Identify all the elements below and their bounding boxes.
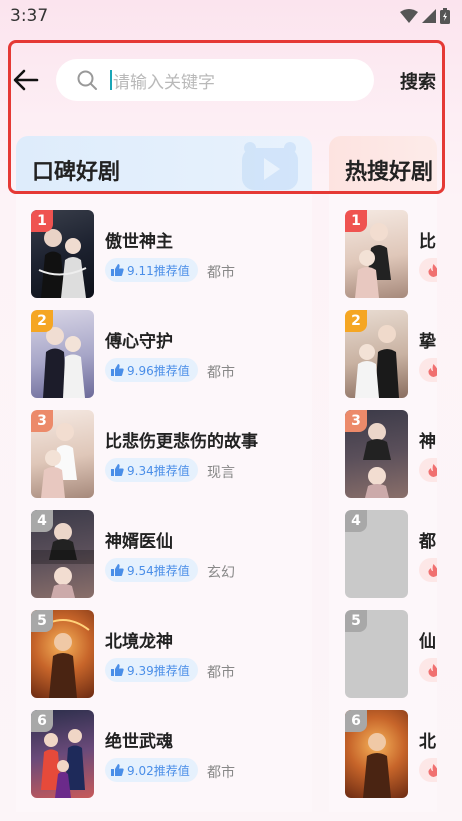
flame-icon: [427, 563, 437, 577]
rank-badge: 2: [345, 310, 367, 332]
drama-title: 北: [419, 732, 436, 752]
rank-badge: 4: [31, 510, 53, 532]
drama-title: 傲世神主: [105, 232, 173, 252]
drama-title: 北境龙神: [105, 632, 173, 652]
hot-search-list: 1 比 2 挚 3 神 4 都 5 仙 6 北: [329, 192, 437, 812]
rank-badge: 6: [345, 710, 367, 732]
drama-cover: 2: [345, 310, 408, 398]
thumbs-up-icon: [111, 464, 124, 476]
hot-badge: [419, 258, 437, 282]
thumbs-up-icon: [111, 764, 124, 776]
drama-title: 神婿医仙: [105, 532, 173, 552]
rank-badge: 6: [31, 710, 53, 732]
back-arrow-icon: [13, 69, 39, 91]
drama-cover: 1: [31, 210, 94, 298]
drama-cover: 3: [31, 410, 94, 498]
hot-badge: [419, 558, 437, 582]
status-time: 3:37: [10, 6, 49, 26]
rank-badge: 1: [345, 210, 367, 232]
tab-reputation[interactable]: 口碑好剧: [16, 136, 312, 192]
status-bar: 3:37: [0, 0, 462, 32]
drama-cover-placeholder: 5: [345, 610, 408, 698]
search-icon: [77, 70, 97, 90]
drama-title: 挚: [419, 332, 436, 352]
rank-badge: 4: [345, 510, 367, 532]
drama-title: 神: [419, 432, 436, 452]
drama-cover: 6: [31, 710, 94, 798]
rank-badge: 3: [345, 410, 367, 432]
drama-title: 都: [419, 532, 436, 552]
video-play-icon: [242, 142, 298, 190]
score-text: 9.96推荐值: [127, 363, 190, 378]
drama-cover: 3: [345, 410, 408, 498]
status-icons: [400, 8, 450, 24]
thumbs-up-icon: [111, 364, 124, 376]
score-text: 9.54推荐值: [127, 563, 190, 578]
score-text: 9.34推荐值: [127, 463, 190, 478]
rank-badge: 1: [31, 210, 53, 232]
search-input[interactable]: 请输入关键字: [56, 59, 374, 101]
genre-label: 都市: [207, 265, 235, 281]
wifi-icon: [400, 9, 418, 23]
genre-label: 都市: [207, 765, 235, 781]
drama-cover: 6: [345, 710, 408, 798]
thumbs-up-icon: [111, 264, 124, 276]
text-caret: [110, 70, 112, 90]
flame-icon: [427, 763, 437, 777]
flame-icon: [427, 463, 437, 477]
rank-badge: 5: [31, 610, 53, 632]
drama-title: 仙: [419, 632, 436, 652]
drama-cover: 4: [31, 510, 94, 598]
battery-icon: [440, 8, 450, 24]
hot-badge: [419, 658, 437, 682]
hot-badge: [419, 458, 437, 482]
score-badge: 9.34推荐值: [105, 458, 198, 482]
drama-cover-placeholder: 4: [345, 510, 408, 598]
hot-badge: [419, 758, 437, 782]
hot-badge: [419, 358, 437, 382]
drama-cover: 5: [31, 610, 94, 698]
rank-badge: 2: [31, 310, 53, 332]
score-text: 9.02推荐值: [127, 763, 190, 778]
genre-label: 都市: [207, 665, 235, 681]
score-badge: 9.11推荐值: [105, 258, 198, 282]
thumbs-up-icon: [111, 564, 124, 576]
genre-label: 都市: [207, 365, 235, 381]
rank-badge: 3: [31, 410, 53, 432]
flame-icon: [427, 663, 437, 677]
score-badge: 9.02推荐值: [105, 758, 198, 782]
thumbs-up-icon: [111, 664, 124, 676]
score-text: 9.11推荐值: [127, 263, 190, 278]
score-text: 9.39推荐值: [127, 663, 190, 678]
drama-title: 比: [419, 232, 436, 252]
tab-hot-search[interactable]: 热搜好剧: [329, 136, 437, 192]
search-button[interactable]: 搜索: [400, 68, 436, 94]
search-placeholder: 请输入关键字: [113, 72, 215, 93]
tab-label: 热搜好剧: [345, 160, 434, 185]
back-button[interactable]: [12, 66, 40, 94]
drama-cover: 2: [31, 310, 94, 398]
drama-cover: 1: [345, 210, 408, 298]
score-badge: 9.96推荐值: [105, 358, 198, 382]
drama-title: 傅心守护: [105, 332, 173, 352]
score-badge: 9.39推荐值: [105, 658, 198, 682]
signal-icon: [422, 9, 436, 23]
genre-label: 玄幻: [207, 565, 235, 581]
score-badge: 9.54推荐值: [105, 558, 198, 582]
drama-title: 绝世武魂: [105, 732, 173, 752]
tab-label: 口碑好剧: [32, 160, 121, 185]
flame-icon: [427, 363, 437, 377]
genre-label: 现言: [207, 465, 235, 481]
flame-icon: [427, 263, 437, 277]
rank-badge: 5: [345, 610, 367, 632]
drama-title: 比悲伤更悲伤的故事: [105, 432, 258, 452]
reputation-list: 1 傲世神主 9.11推荐值 都市 2 傅心守护 9.96推荐值 都市 3 比悲…: [16, 192, 312, 812]
